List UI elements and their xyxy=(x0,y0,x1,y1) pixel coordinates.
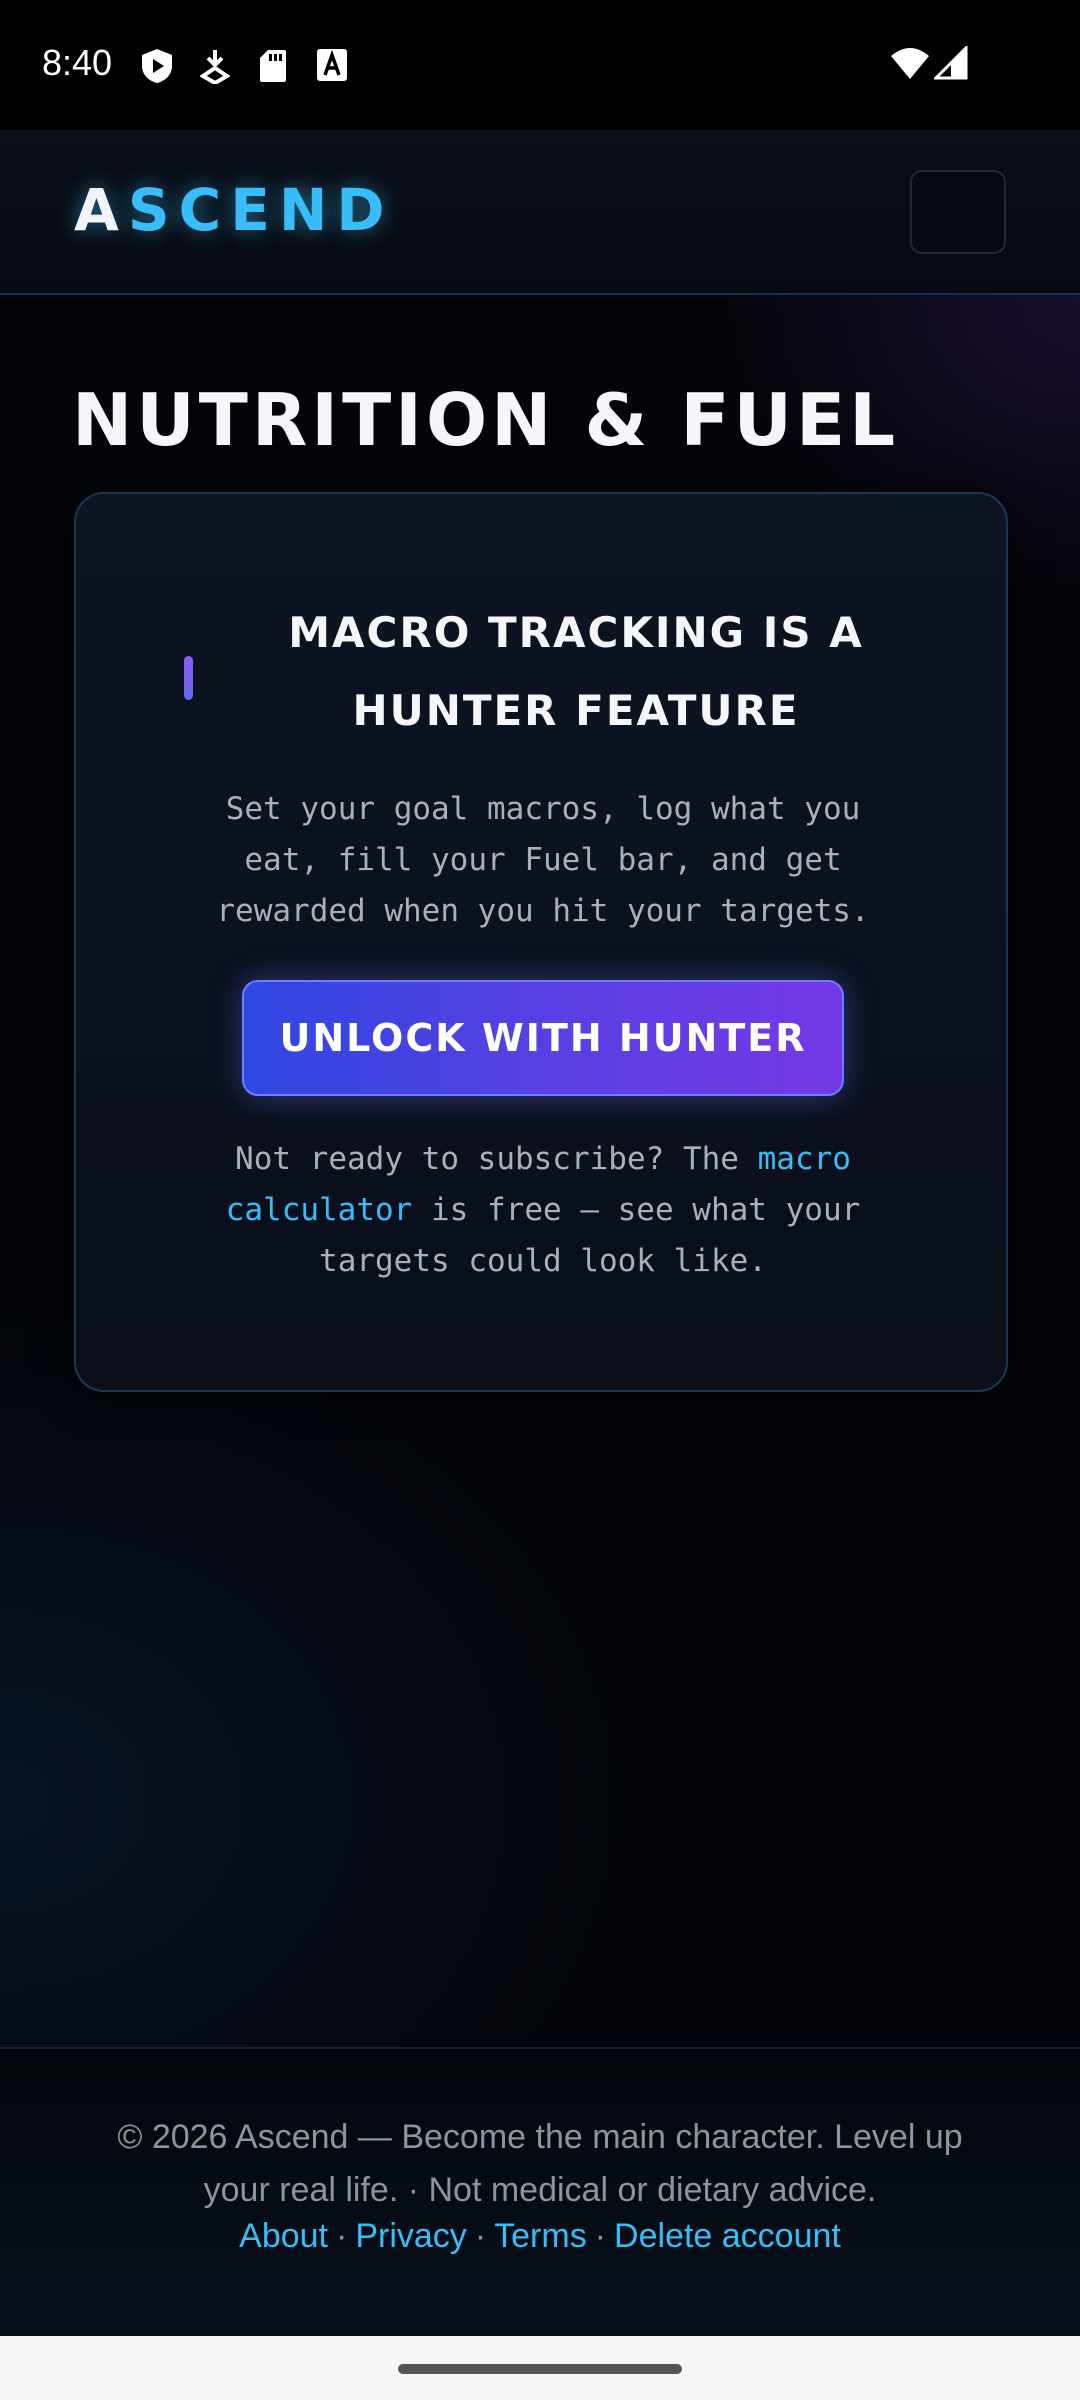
card-description-line2: eat, fill your Fuel bar, and get xyxy=(244,842,842,878)
macro-calculator-link[interactable]: macro xyxy=(758,1141,851,1177)
footer-link-delete-account[interactable]: Delete account xyxy=(614,2217,841,2255)
footer-separator: · xyxy=(594,2217,607,2255)
footer-separator: · xyxy=(474,2217,487,2255)
card-heading-line2: HUNTER FEATURE xyxy=(352,686,800,735)
footer-links: About · Privacy · Terms · Delete account xyxy=(0,2217,1080,2256)
footer-link-terms[interactable]: Terms xyxy=(494,2217,587,2255)
app-header: ASCEND xyxy=(0,130,1080,295)
card-note: Not ready to subscribe? The macro calcul… xyxy=(166,1134,920,1287)
home-handle[interactable] xyxy=(398,2364,682,2374)
footer-text-line1: © 2026 Ascend — Become the main characte… xyxy=(117,2118,963,2156)
signal-icon xyxy=(932,44,968,84)
download-icon xyxy=(199,48,231,88)
app-logo[interactable]: ASCEND xyxy=(74,176,394,244)
footer-separator: · xyxy=(336,2217,348,2255)
unlock-with-hunter-button[interactable]: UNLOCK WITH HUNTER xyxy=(242,980,844,1096)
status-bar: 8:40 xyxy=(0,0,1080,130)
logo-first-letter: A xyxy=(74,176,128,244)
card-description-line1: Set your goal macros, log what you xyxy=(225,791,861,827)
shield-play-icon xyxy=(140,48,174,88)
card-heading: MACRO TRACKING IS A HUNTER FEATURE xyxy=(236,594,916,750)
accent-bar xyxy=(184,656,193,700)
card-description: Set your goal macros, log what you eat, … xyxy=(176,784,910,937)
menu-button[interactable] xyxy=(910,170,1006,254)
card-note-part1: Not ready to subscribe? The xyxy=(235,1141,758,1177)
page-title: NUTRITION & FUEL xyxy=(72,378,900,462)
macro-calculator-link-cont[interactable]: calculator xyxy=(226,1192,413,1228)
status-time: 8:40 xyxy=(42,42,113,83)
sd-card-icon xyxy=(258,48,288,88)
logo-rest: SCEND xyxy=(127,176,394,244)
feature-lock-card: MACRO TRACKING IS A HUNTER FEATURE Set y… xyxy=(74,492,1008,1392)
footer-link-about[interactable]: About xyxy=(239,2217,328,2255)
card-heading-line1: MACRO TRACKING IS A xyxy=(288,608,864,657)
font-a-icon xyxy=(316,48,348,86)
footer-text-line2: your real life. · Not medical or dietary… xyxy=(203,2171,877,2209)
footer-link-privacy[interactable]: Privacy xyxy=(355,2217,466,2255)
footer: © 2026 Ascend — Become the main characte… xyxy=(0,2047,1080,2337)
card-note-part2: is free — see what your xyxy=(412,1192,861,1228)
footer-copyright: © 2026 Ascend — Become the main characte… xyxy=(60,2111,1020,2217)
card-note-line3: targets could look like. xyxy=(319,1243,767,1279)
wifi-icon xyxy=(890,46,930,84)
system-nav-bar xyxy=(0,2336,1080,2400)
card-description-line3: rewarded when you hit your targets. xyxy=(216,893,870,929)
